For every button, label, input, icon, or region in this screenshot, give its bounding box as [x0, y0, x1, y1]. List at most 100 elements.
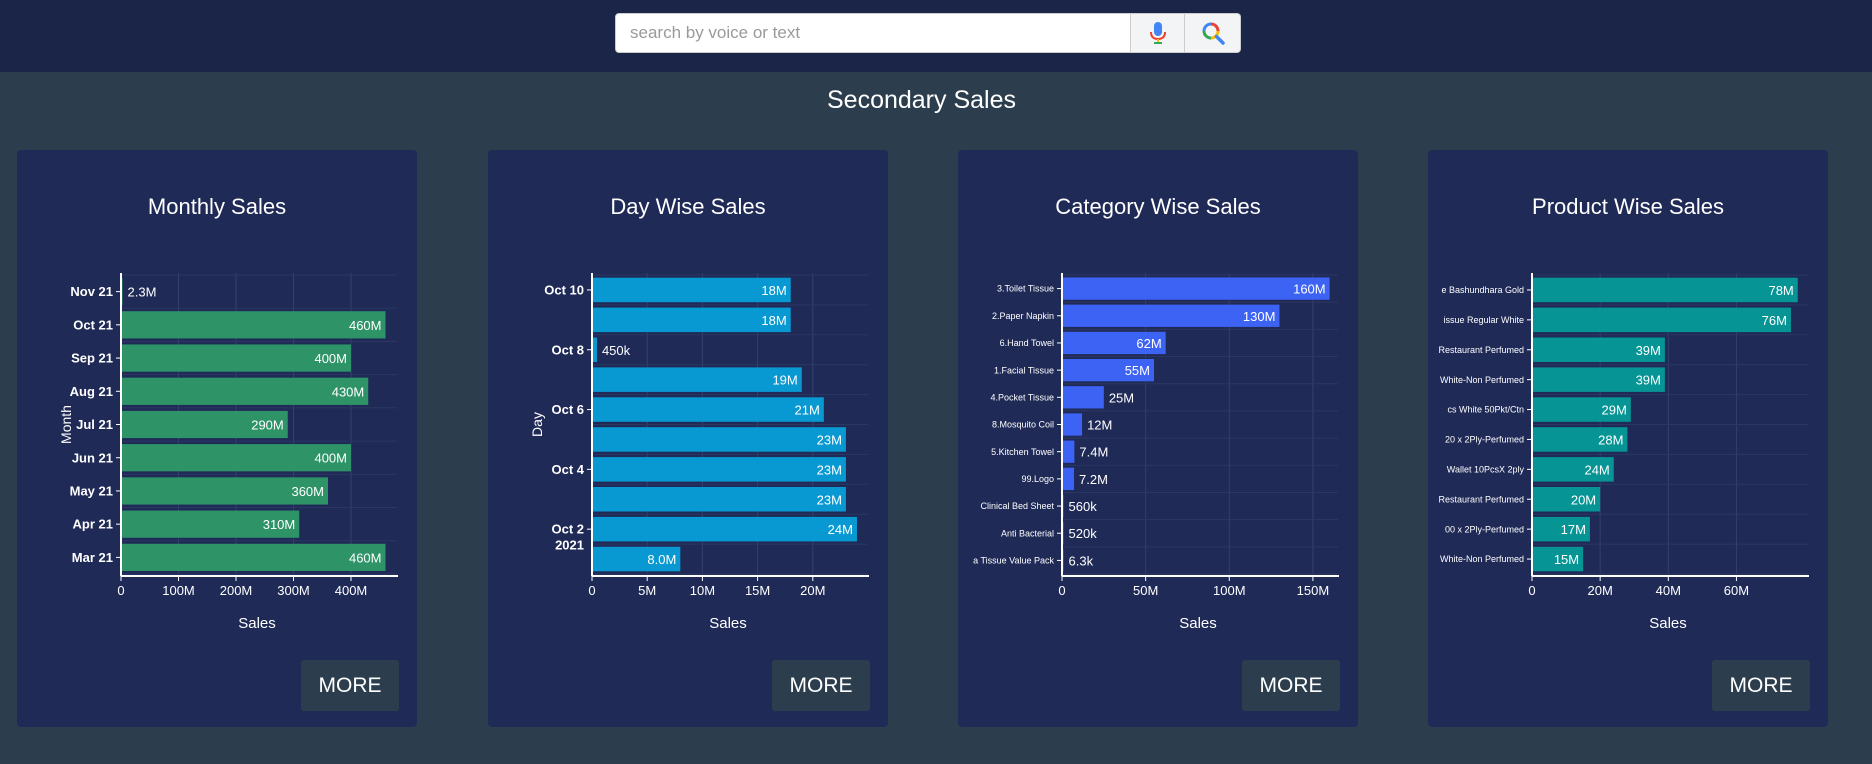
y-tick-label: Sep 21 — [71, 351, 113, 366]
bar — [121, 543, 386, 572]
y-tick-label: Apr 21 — [73, 517, 113, 532]
search-button[interactable] — [1185, 13, 1241, 53]
bar — [1062, 440, 1075, 463]
y-tick-label: Restaurant Perfumed — [1438, 345, 1524, 355]
data-label: 6.3k — [1069, 553, 1094, 568]
x-tick-label: 0 — [1528, 583, 1535, 598]
data-label: 39M — [1636, 373, 1661, 388]
y-tick-label: 3.Toilet Tissue — [997, 284, 1054, 294]
data-label: 23M — [817, 432, 842, 447]
page-title: Secondary Sales — [826, 86, 1016, 114]
y-tick-label: e Bashundhara Gold — [1441, 285, 1524, 295]
y-tick-label: Clinical Bed Sheet — [980, 501, 1054, 511]
data-label: 400M — [314, 351, 347, 366]
bar — [592, 457, 846, 482]
y-tick-label: 20 x 2Ply-Perfumed — [1445, 435, 1524, 445]
more-button[interactable]: MORE — [772, 660, 870, 711]
data-label: 160M — [1293, 282, 1326, 297]
data-label: 520k — [1069, 526, 1098, 541]
bar — [1062, 467, 1075, 491]
data-label: 560k — [1069, 499, 1098, 514]
x-tick-label: 100M — [162, 583, 195, 598]
more-button[interactable]: MORE — [1712, 660, 1810, 711]
y-tick-label: White-Non Perfumed — [1440, 375, 1524, 385]
data-label: 24M — [828, 522, 853, 537]
y-tick-label: 2.Paper Napkin — [992, 311, 1054, 321]
microphone-icon — [1149, 22, 1166, 44]
y-tick-label: Jul 21 — [76, 417, 113, 432]
data-label: 55M — [1125, 363, 1150, 378]
x-tick-label: 15M — [745, 583, 770, 598]
y-tick-label: Oct 8 — [551, 342, 584, 357]
x-tick-label: 10M — [690, 583, 715, 598]
product-wise-sales-chart: 78M e Bashundhara Gold 76M issue Regular Wh… — [1438, 273, 1809, 632]
y-tick-label: Anti Bacterial — [1001, 528, 1054, 538]
bar — [1532, 307, 1791, 333]
top-bar — [0, 0, 1872, 72]
x-tick-label: 400M — [335, 583, 368, 598]
data-label: 17M — [1561, 522, 1586, 537]
voice-search-button[interactable] — [1131, 13, 1185, 53]
category-wise-sales-chart: 160M 3.Toilet Tissue 130M 2.Paper Napkin 62M… — [973, 273, 1339, 632]
data-label: 460M — [349, 318, 382, 333]
x-tick-label: 150M — [1297, 583, 1330, 598]
data-label: 15M — [1554, 552, 1579, 567]
y-tick-label: Restaurant Perfumed — [1438, 494, 1524, 504]
y-tick-label: May 21 — [70, 483, 113, 498]
data-label: 19M — [772, 373, 797, 388]
data-label: 76M — [1762, 313, 1787, 328]
y-tick-label: Oct 10 — [544, 283, 584, 298]
product-wise-sales-card: Product Wise Sales 78M e Bashundhara Gold… — [1428, 150, 1828, 727]
more-button[interactable]: MORE — [1242, 660, 1340, 711]
y-tick-label: cs White 50Pkt/Ctn — [1447, 405, 1524, 415]
x-tick-label: 0 — [588, 583, 595, 598]
y-tick-label: 8.Mosquito Coil — [992, 420, 1054, 430]
data-label: 23M — [817, 462, 842, 477]
y-tick-label: 4.Pocket Tissue — [990, 392, 1054, 402]
magnifier-icon — [1202, 22, 1225, 45]
y-tick-label: 6.Hand Towel — [1000, 338, 1054, 348]
x-tick-label: 20M — [800, 583, 825, 598]
y-tick-label: 5.Kitchen Towel — [991, 447, 1054, 457]
bar — [1062, 277, 1330, 300]
bar — [592, 516, 857, 542]
y-axis-title: Day — [529, 412, 545, 437]
data-label: 310M — [263, 517, 296, 532]
data-label: 2.3M — [128, 285, 157, 300]
x-tick-label: 200M — [220, 583, 253, 598]
bar — [592, 397, 824, 422]
data-label: 18M — [761, 283, 786, 298]
y-tick-label: a Tissue Value Pack — [973, 556, 1054, 566]
y-tick-label: Aug 21 — [70, 384, 113, 399]
search-input[interactable] — [615, 13, 1131, 53]
x-tick-label: 0 — [1058, 583, 1065, 598]
x-tick-label: 300M — [277, 583, 310, 598]
day-wise-sales-card: Day Wise Sales 18M Oct 10 18M 450k Oct 8 19M 2… — [488, 150, 888, 727]
data-label: 20M — [1571, 492, 1596, 507]
y-tick-label: Nov 21 — [70, 284, 113, 299]
y-tick-label: 00 x 2Ply-Perfumed — [1445, 524, 1524, 534]
x-tick-label: 60M — [1724, 583, 1749, 598]
data-label: 450k — [602, 343, 631, 358]
bar — [121, 311, 386, 339]
data-label: 62M — [1136, 336, 1161, 351]
y-tick-label: Wallet 10PcsX 2ply — [1447, 465, 1525, 475]
x-axis-title: Sales — [1179, 615, 1217, 632]
x-tick-label: 100M — [1213, 583, 1246, 598]
data-label: 130M — [1243, 309, 1276, 324]
bar — [592, 367, 802, 392]
search-bar — [615, 13, 1241, 53]
data-label: 25M — [1109, 390, 1134, 405]
data-label: 28M — [1598, 432, 1623, 447]
data-label: 18M — [761, 313, 786, 328]
data-label: 400M — [314, 451, 347, 466]
data-label: 29M — [1602, 403, 1627, 418]
more-button[interactable]: MORE — [301, 660, 399, 711]
day-wise-sales-chart: 18M Oct 10 18M 450k Oct 8 19M 21M Oct 6 23M 23M Oc… — [529, 273, 869, 632]
y-tick-label: issue Regular White — [1443, 315, 1524, 325]
data-label: 7.2M — [1079, 472, 1108, 487]
y-tick-label: 2021 — [555, 538, 584, 553]
y-tick-label: Mar 21 — [72, 550, 113, 565]
y-axis-title: Month — [58, 405, 74, 444]
bar — [592, 427, 846, 452]
